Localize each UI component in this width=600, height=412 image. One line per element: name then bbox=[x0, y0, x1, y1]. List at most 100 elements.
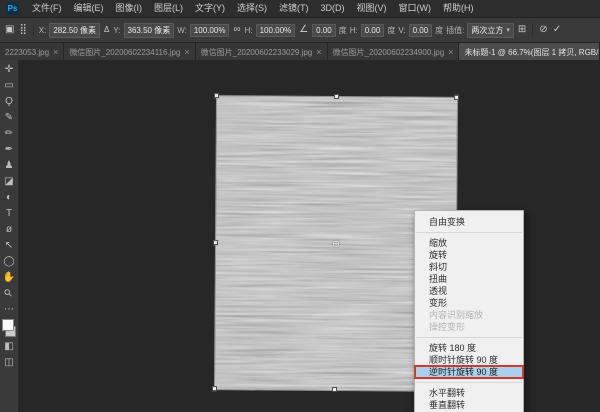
menu-item-content-aware-scale: 内容识别缩放 bbox=[415, 309, 523, 321]
menu-item-distort[interactable]: 扭曲 bbox=[415, 273, 523, 285]
menu-item-flip-vertical[interactable]: 垂直翻转 bbox=[415, 399, 523, 411]
menu-item-label: 顺时针旋转 90 度 bbox=[429, 355, 498, 365]
zoom-tool[interactable]: ⚲ bbox=[1, 286, 17, 301]
transform-handle-top-left[interactable] bbox=[214, 93, 219, 98]
interpolation-label: 插值: bbox=[446, 25, 464, 36]
tab-document-4[interactable]: 微信图片_20200602234900.jpg × bbox=[328, 43, 460, 61]
commit-transform-button[interactable]: ✓ bbox=[552, 25, 562, 35]
menubar-item-help[interactable]: 帮助(H) bbox=[437, 0, 480, 17]
move-tool[interactable]: ✛ bbox=[1, 62, 17, 77]
warp-mode-toggle-icon[interactable]: ⊞ bbox=[517, 25, 527, 35]
brush-tool[interactable]: ✒ bbox=[1, 142, 17, 157]
rectangular-marquee-tool[interactable]: ▭ bbox=[1, 78, 17, 93]
menubar-item-3d[interactable]: 3D(D) bbox=[315, 0, 351, 17]
tool-icon: ✏ bbox=[5, 126, 13, 141]
delta-relative-button[interactable]: Δ bbox=[103, 25, 110, 35]
lasso-tool[interactable]: Ϙ bbox=[1, 94, 17, 109]
path-selection-tool[interactable]: ↖ bbox=[1, 238, 17, 253]
menu-item-skew[interactable]: 斜切 bbox=[415, 261, 523, 273]
height-field[interactable]: 100.00% bbox=[256, 24, 296, 37]
tab-document-2[interactable]: 微信图片_20200602234116.jpg × bbox=[64, 43, 195, 61]
pen-tool[interactable]: ø bbox=[1, 222, 17, 237]
menu-item-free-transform[interactable]: 自由变换 bbox=[415, 216, 523, 228]
menu-item-label: 缩放 bbox=[429, 238, 447, 248]
tab-document-3[interactable]: 微信图片_20200602233029.jpg × bbox=[196, 43, 328, 61]
tool-icon: ▭ bbox=[4, 78, 13, 93]
tab-title: 微信图片_20200602234900.jpg bbox=[333, 47, 445, 58]
edit-toolbar-button[interactable]: ⋯ bbox=[1, 302, 17, 317]
tab-close-icon[interactable]: × bbox=[53, 47, 58, 57]
tab-close-icon[interactable]: × bbox=[448, 47, 453, 57]
tool-icon: ◪ bbox=[4, 174, 13, 189]
tool-icon: ◯ bbox=[3, 254, 14, 269]
width-field[interactable]: 100.00% bbox=[190, 24, 230, 37]
menubar-item-view[interactable]: 视图(V) bbox=[351, 0, 393, 17]
y-position-field[interactable]: 363.50 像素 bbox=[124, 23, 175, 38]
y-label: Y: bbox=[113, 26, 120, 35]
menu-item-rotate-90-ccw[interactable]: 逆时针旋转 90 度 bbox=[415, 366, 523, 378]
reference-point-locator[interactable]: ⣿ bbox=[18, 25, 27, 35]
menu-item-warp[interactable]: 变形 bbox=[415, 297, 523, 309]
transform-handle-bottom-mid[interactable] bbox=[332, 387, 337, 392]
h-skew-field[interactable]: 0.00 bbox=[361, 24, 385, 37]
menu-item-perspective[interactable]: 透视 bbox=[415, 285, 523, 297]
menu-item-label: 自由变换 bbox=[429, 217, 465, 227]
menu-item-label: 旋转 bbox=[429, 250, 447, 260]
quick-selection-tool[interactable]: ✎ bbox=[1, 110, 17, 125]
tab-document-5[interactable]: 未标题-1 @ 66.7%(图层 1 拷贝, RGB/8# × bbox=[459, 43, 600, 61]
eraser-tool[interactable]: ◪ bbox=[1, 174, 17, 189]
tab-close-icon[interactable]: × bbox=[316, 47, 321, 57]
menu-item-flip-horizontal[interactable]: 水平翻转 bbox=[415, 387, 523, 399]
transform-handle-mid-left[interactable] bbox=[213, 240, 218, 245]
menubar-item-filter[interactable]: 滤镜(T) bbox=[273, 0, 315, 17]
transform-handle-top-mid[interactable] bbox=[334, 94, 339, 99]
shape-tool[interactable]: ◯ bbox=[1, 254, 17, 269]
options-separator bbox=[532, 23, 533, 37]
hand-tool[interactable]: ✋ bbox=[1, 270, 17, 285]
transform-reference-point[interactable]: ⊕ bbox=[332, 238, 340, 249]
tool-icon: ↖ bbox=[5, 238, 13, 253]
menu-item-scale[interactable]: 缩放 bbox=[415, 237, 523, 249]
clone-stamp-tool[interactable]: ♟ bbox=[1, 158, 17, 173]
menubar-item-file[interactable]: 文件(F) bbox=[26, 0, 68, 17]
foreground-color-swatch[interactable] bbox=[2, 319, 14, 331]
menubar-item-label: 图层(L) bbox=[154, 3, 183, 13]
screen-mode-button[interactable]: ◫ bbox=[1, 355, 17, 370]
tab-document-1[interactable]: 2223053.jpg × bbox=[0, 43, 64, 61]
interpolation-select[interactable]: 两次立方 ▾ bbox=[467, 23, 514, 38]
tab-close-icon[interactable]: × bbox=[184, 47, 189, 57]
v-skew-field[interactable]: 0.00 bbox=[409, 24, 433, 37]
menu-item-label: 透视 bbox=[429, 286, 447, 296]
menu-item-label: 逆时针旋转 90 度 bbox=[429, 367, 498, 377]
quick-mask-button[interactable]: ◧ bbox=[1, 339, 17, 354]
h-skew-unit: 度 bbox=[387, 25, 395, 36]
transform-handle-bottom-left[interactable] bbox=[212, 386, 217, 391]
dodge-tool[interactable]: ◐ bbox=[1, 190, 17, 205]
menubar-item-layer[interactable]: 图层(L) bbox=[148, 0, 189, 17]
menubar-item-label: 滤镜(T) bbox=[279, 3, 309, 13]
menubar-item-edit[interactable]: 编辑(E) bbox=[68, 0, 110, 17]
menu-item-rotate-90-cw[interactable]: 顺时针旋转 90 度 bbox=[415, 354, 523, 366]
cancel-transform-button[interactable]: ⊘ bbox=[538, 25, 548, 35]
document-area[interactable]: ⊕ 自由变换 缩放 旋转 斜切 扭曲 透视 bbox=[19, 60, 600, 412]
rotation-field[interactable]: 0.00 bbox=[312, 24, 336, 37]
photoshop-logo-icon[interactable]: Ps bbox=[6, 2, 19, 15]
menu-item-rotate[interactable]: 旋转 bbox=[415, 249, 523, 261]
tool-icon: ◫ bbox=[4, 355, 13, 370]
tool-icon: ⚲ bbox=[1, 286, 17, 302]
menubar-item-label: 帮助(H) bbox=[443, 3, 474, 13]
color-swatches[interactable] bbox=[1, 318, 17, 338]
type-tool[interactable]: T bbox=[1, 206, 17, 221]
menubar-item-window[interactable]: 窗口(W) bbox=[393, 0, 438, 17]
x-position-field[interactable]: 282.50 像素 bbox=[49, 23, 100, 38]
maintain-aspect-ratio-icon[interactable]: ∞ bbox=[232, 25, 241, 35]
menubar-item-select[interactable]: 选择(S) bbox=[231, 0, 273, 17]
menu-item-label: 旋转 180 度 bbox=[429, 343, 476, 353]
menubar-item-label: 编辑(E) bbox=[74, 3, 104, 13]
menu-item-label: 扭曲 bbox=[429, 274, 447, 284]
menubar-item-image[interactable]: 图像(I) bbox=[110, 0, 149, 17]
menu-item-rotate-180[interactable]: 旋转 180 度 bbox=[415, 342, 523, 354]
eyedropper-tool[interactable]: ✏ bbox=[1, 126, 17, 141]
transform-handle-top-right[interactable] bbox=[454, 95, 459, 100]
menubar-item-type[interactable]: 文字(Y) bbox=[189, 0, 231, 17]
